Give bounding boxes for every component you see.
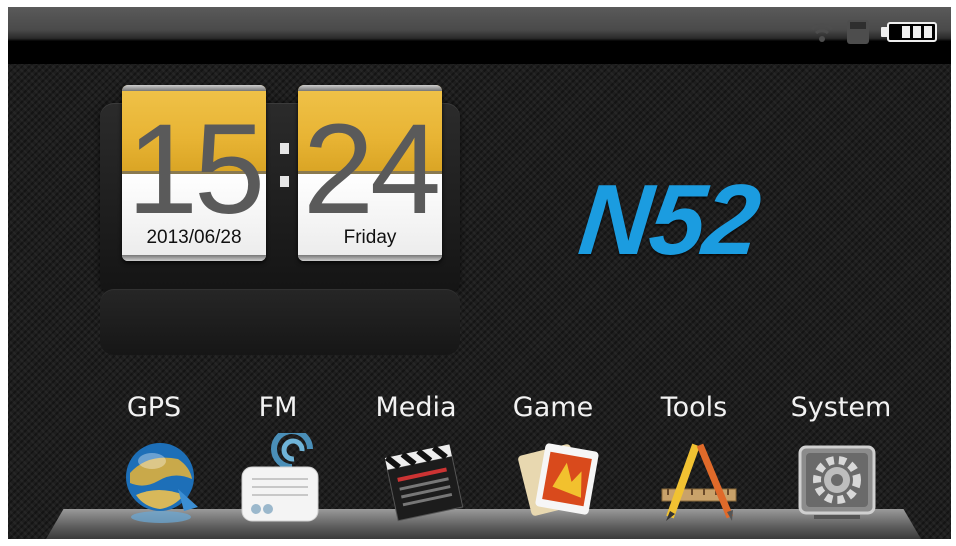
clock-hours: 15 <box>126 98 265 241</box>
menu-label-system[interactable]: System <box>771 392 911 423</box>
clock-minutes: 24 <box>302 98 441 241</box>
menu-label-gps[interactable]: GPS <box>84 392 224 423</box>
status-icons <box>809 19 943 45</box>
menu-label-game[interactable]: Game <box>483 392 623 423</box>
home-screen: 15 2013/06/28 24 Friday N52 GPS FM Media… <box>8 7 951 539</box>
menu-label-tools[interactable]: Tools <box>624 392 764 423</box>
pencil-ruler-icon[interactable] <box>656 433 742 525</box>
globe-icon[interactable] <box>118 433 204 525</box>
clapperboard-icon[interactable] <box>378 433 464 525</box>
radio-icon[interactable] <box>236 428 322 525</box>
clock-date: 2013/06/28 <box>146 227 242 248</box>
gear-icon[interactable] <box>794 433 880 525</box>
clock-colon <box>280 143 290 209</box>
battery-icon <box>881 20 943 44</box>
wifi-icon <box>809 20 835 44</box>
status-bar <box>8 7 951 64</box>
sd-card-icon <box>847 20 869 44</box>
game-cards-icon[interactable] <box>518 433 604 525</box>
menu-label-fm[interactable]: FM <box>208 392 348 423</box>
minute-flip-card: 24 Friday <box>298 85 442 261</box>
clock-reflection <box>100 289 460 355</box>
hour-flip-card: 15 2013/06/28 <box>122 85 266 261</box>
menu-label-media[interactable]: Media <box>346 392 486 423</box>
clock-weekday: Friday <box>343 227 397 248</box>
device-frame: 15 2013/06/28 24 Friday N52 GPS FM Media… <box>0 0 956 546</box>
brand-logo: N52 <box>574 164 764 276</box>
